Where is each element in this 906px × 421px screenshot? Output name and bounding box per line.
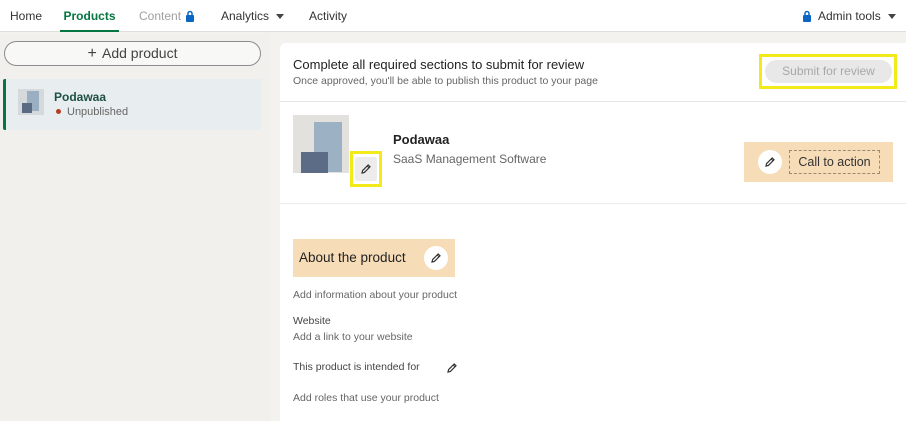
review-banner: Complete all required sections to submit… [280, 43, 906, 102]
status-label: Unpublished [67, 106, 129, 118]
call-to-action-button[interactable]: Call to action [789, 150, 880, 174]
website-label: Website [293, 315, 331, 327]
product-image [293, 115, 349, 173]
nav-content-label: Content [139, 9, 182, 23]
pencil-icon [360, 157, 372, 180]
banner-subtitle: Once approved, you'll be able to publish… [293, 75, 598, 87]
chevron-down-icon [887, 14, 896, 19]
chevron-down-icon [276, 14, 285, 19]
edit-image-button[interactable] [355, 157, 377, 181]
add-product-label: Add product [101, 45, 178, 61]
nav-admin-tools[interactable]: Admin tools [802, 0, 896, 32]
nav-admin-label: Admin tools [818, 9, 881, 23]
nav-products[interactable]: Products [60, 0, 119, 32]
plus-icon: + [87, 45, 97, 62]
main-panel: Complete all required sections to submit… [280, 43, 906, 421]
about-description-placeholder: Add information about your product [293, 289, 458, 301]
edit-cta-button[interactable] [758, 150, 782, 174]
nav-content[interactable]: Content [139, 0, 195, 32]
website-placeholder: Add a link to your website [293, 331, 413, 343]
product-thumbnail [18, 89, 44, 115]
about-title: About the product [299, 250, 406, 265]
status-badge: Unpublished [56, 106, 128, 118]
nav-analytics[interactable]: Analytics [221, 0, 285, 32]
top-nav: Home Products Content Analytics Activity… [0, 0, 906, 32]
nav-home[interactable]: Home [10, 0, 42, 32]
add-product-button[interactable]: + Add product [4, 41, 261, 66]
lock-icon [185, 2, 195, 34]
status-dot-icon [56, 109, 61, 114]
nav-analytics-label: Analytics [221, 9, 270, 23]
pencil-icon [430, 246, 442, 269]
product-list-item[interactable]: Podawaa Unpublished [3, 79, 261, 130]
product-title: Podawaa [393, 132, 450, 147]
banner-title: Complete all required sections to submit… [293, 57, 585, 72]
pencil-icon [446, 359, 458, 379]
roles-placeholder: Add roles that use your product [293, 392, 439, 404]
submit-for-review-button[interactable]: Submit for review [765, 60, 892, 83]
pencil-icon [764, 150, 776, 173]
product-name: Podawaa [54, 90, 107, 104]
cta-section: Call to action [744, 142, 893, 182]
about-section-header: About the product [293, 239, 455, 277]
product-header: Podawaa SaaS Management Software Call to… [280, 103, 906, 204]
nav-activity[interactable]: Activity [309, 0, 347, 32]
edit-about-button[interactable] [424, 246, 448, 270]
intended-for-label: This product is intended for [293, 361, 420, 373]
edit-intended-for-button[interactable] [443, 359, 461, 377]
product-category: SaaS Management Software [393, 152, 547, 166]
lock-icon [802, 2, 812, 34]
sidebar: + Add product Podawaa Unpublished [0, 33, 270, 421]
